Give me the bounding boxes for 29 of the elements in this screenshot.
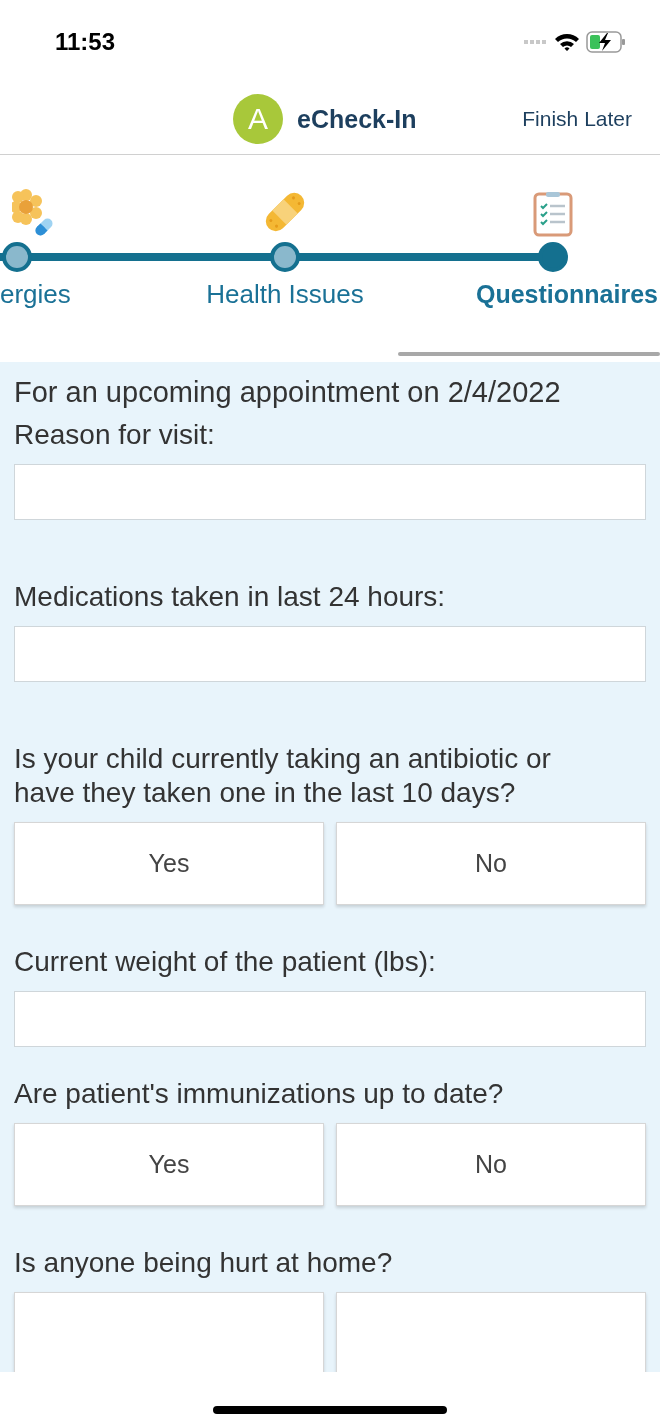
- input-field[interactable]: [14, 464, 646, 520]
- step-tab[interactable]: Questionnaires: [476, 279, 658, 310]
- question-label: Reason for visit:: [14, 418, 216, 452]
- signal-icon: [524, 39, 548, 45]
- clipboard-icon: [533, 191, 573, 237]
- input-field[interactable]: [14, 626, 646, 682]
- choice-button[interactable]: [14, 1292, 324, 1372]
- choice-button[interactable]: No: [336, 1123, 646, 1206]
- avatar: A: [233, 94, 283, 144]
- choice-button[interactable]: [336, 1292, 646, 1372]
- step-dot[interactable]: [538, 242, 568, 272]
- status-time: 11:53: [55, 28, 116, 56]
- question-label: Is your child currently taking an antibiotic or have they taken one in the last 10 days?: [14, 742, 552, 810]
- flower-pill-icon: [12, 187, 56, 237]
- question-label: Medications taken in last 24 hours:: [14, 580, 447, 614]
- question-label: Are patient's immunizations up to date?: [14, 1077, 505, 1111]
- step-tab[interactable]: ergies: [0, 279, 71, 310]
- app-title: eCheck-In: [297, 104, 417, 134]
- choice-button[interactable]: Yes: [14, 822, 324, 905]
- wifi-icon: [554, 32, 580, 52]
- step-tab[interactable]: Health Issues: [150, 279, 420, 310]
- battery-icon: [586, 31, 626, 53]
- question-label: Current weight of the patient (lbs):: [14, 945, 437, 979]
- input-field[interactable]: [14, 991, 646, 1047]
- choice-button[interactable]: No: [336, 822, 646, 905]
- question-label: Is anyone being hurt at home?: [14, 1246, 394, 1280]
- appointment-text: For an upcoming appointment on 2/4/2022: [14, 375, 562, 410]
- choice-button[interactable]: Yes: [14, 1123, 324, 1206]
- finish-later-button[interactable]: Finish Later: [522, 107, 632, 131]
